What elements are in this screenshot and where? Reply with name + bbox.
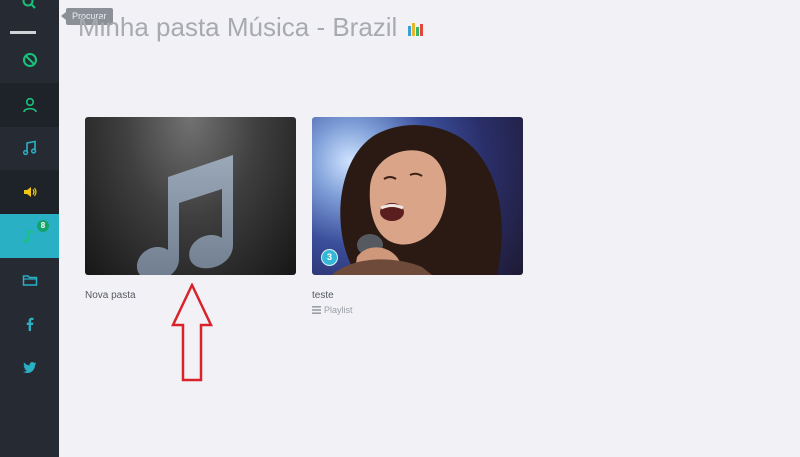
- music-note-icon: [137, 155, 233, 275]
- sidebar-item-music[interactable]: [0, 126, 59, 170]
- playlist-type-label: Playlist: [324, 305, 353, 315]
- user-icon: [22, 97, 37, 113]
- music-note-icon: [23, 229, 34, 243]
- sidebar-item-twitter[interactable]: [0, 346, 59, 390]
- facebook-icon: [26, 317, 33, 331]
- sidebar-item-playlists[interactable]: 8: [0, 214, 59, 258]
- folder-icon: [22, 275, 37, 286]
- sidebar-item-folders[interactable]: [0, 258, 59, 302]
- sidebar-item-facebook[interactable]: [0, 302, 59, 346]
- list-icon: [312, 306, 321, 314]
- sidebar-search[interactable]: [0, 0, 59, 37]
- page-title: Minha pasta Música - Brazil: [78, 12, 398, 42]
- search-icon[interactable]: [22, 0, 36, 9]
- sidebar-search-label: [10, 31, 36, 34]
- equalizer-icon: [408, 23, 423, 36]
- block-icon: [22, 53, 37, 67]
- sidebar-item-profile[interactable]: [0, 83, 59, 127]
- speaker-icon: [23, 187, 37, 197]
- playlist-title[interactable]: teste: [312, 290, 523, 301]
- sidebar: 8: [0, 0, 59, 457]
- playlist-count-badge: 8: [37, 220, 49, 232]
- playlist-type: Playlist: [312, 305, 523, 315]
- folder-card[interactable]: Nova pasta: [85, 117, 296, 301]
- twitter-icon: [22, 362, 36, 373]
- annotation-arrow-icon: [171, 283, 213, 382]
- playlist-thumbnail[interactable]: 3: [312, 117, 523, 275]
- playlist-card[interactable]: 3 teste Playlist: [312, 117, 523, 315]
- music-note-icon: [22, 140, 36, 156]
- sidebar-item-blocked[interactable]: [0, 38, 59, 82]
- sidebar-item-audio[interactable]: [0, 170, 59, 214]
- singer-photo: [332, 125, 502, 275]
- playlist-track-count-badge: 3: [321, 249, 338, 266]
- folder-thumbnail[interactable]: [85, 117, 296, 275]
